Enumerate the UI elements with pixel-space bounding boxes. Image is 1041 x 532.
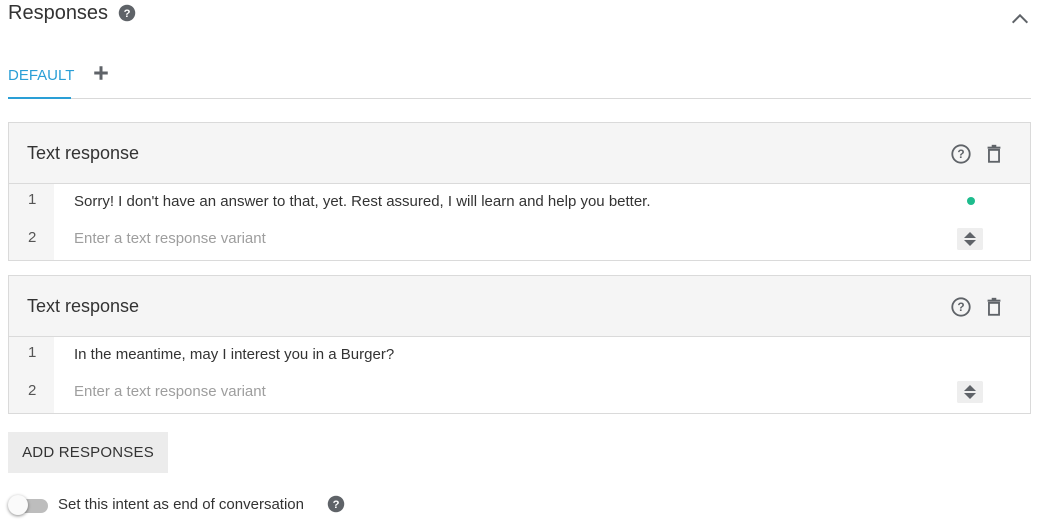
trash-icon[interactable] (983, 296, 1005, 318)
response-variant-input[interactable] (74, 383, 934, 400)
row-number: 2 (28, 382, 37, 399)
reorder-stepper-icon[interactable] (957, 381, 983, 403)
add-responses-button[interactable]: ADD RESPONSES (8, 432, 168, 473)
end-conversation-toggle[interactable] (8, 495, 48, 515)
toggle-knob (8, 495, 28, 515)
response-text[interactable]: Sorry! I don't have an answer to that, y… (74, 193, 651, 210)
reorder-stepper-icon[interactable] (957, 228, 983, 250)
response-variant-input[interactable] (74, 230, 934, 247)
help-icon[interactable]: ? (950, 143, 972, 165)
end-conversation-label: Set this intent as end of conversation (58, 496, 304, 513)
help-icon[interactable]: ? (327, 495, 345, 513)
tab-default[interactable]: DEFAULT (8, 60, 74, 99)
plus-icon[interactable] (92, 64, 110, 82)
card-header: Text response ? (9, 123, 1030, 184)
trash-icon[interactable] (983, 143, 1005, 165)
responses-header: Responses ? (8, 0, 1033, 30)
chevron-up-icon[interactable] (1009, 8, 1031, 30)
row-number: 1 (28, 191, 37, 208)
row-number: 1 (28, 344, 37, 361)
section-title: Responses (8, 2, 109, 24)
row-number: 2 (28, 229, 37, 246)
svg-text:?: ? (124, 8, 131, 20)
card-title: Text response (27, 296, 140, 316)
help-icon[interactable]: ? (950, 296, 972, 318)
svg-text:?: ? (957, 147, 964, 161)
response-text[interactable]: In the meantime, may I interest you in a… (74, 346, 394, 363)
svg-text:?: ? (333, 499, 340, 511)
status-dot (967, 197, 975, 205)
response-tabs: DEFAULT (8, 60, 1031, 99)
text-response-card: Text response ? 1 Sorry! I don't have an… (8, 122, 1031, 261)
text-response-card: Text response ? 1 In the meantime, may I… (8, 275, 1031, 414)
svg-text:?: ? (957, 300, 964, 314)
help-icon[interactable]: ? (118, 4, 136, 22)
card-title: Text response (27, 143, 140, 163)
card-header: Text response ? (9, 276, 1030, 337)
